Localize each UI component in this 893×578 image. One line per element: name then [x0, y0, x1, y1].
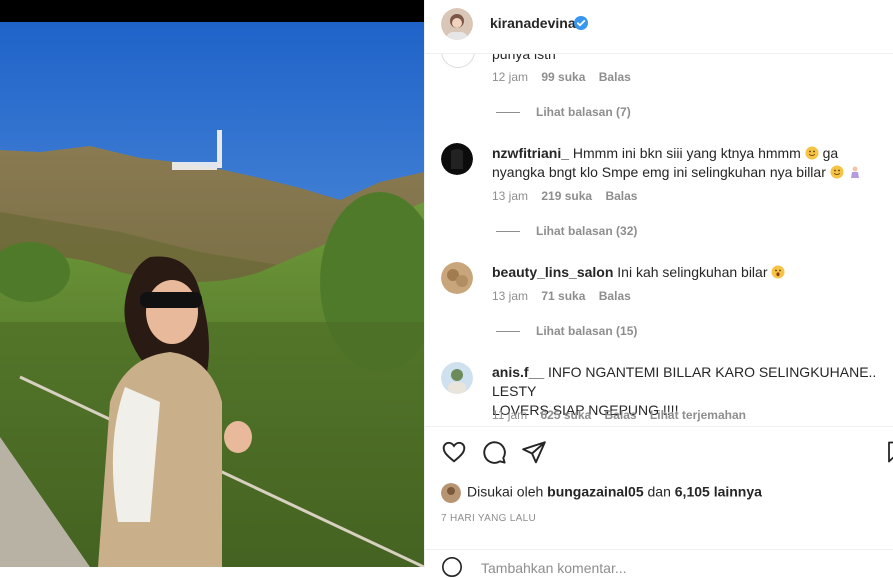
- reply-button[interactable]: Balas: [599, 70, 631, 84]
- comment-time: 11 jam: [492, 408, 528, 422]
- replies-divider: [496, 112, 520, 114]
- view-replies[interactable]: Lihat balasan (7): [496, 105, 631, 119]
- comment-time: 12 jam: [492, 70, 529, 84]
- likes-prefix: Disukai oleh: [467, 483, 544, 500]
- person-emoji-icon: [850, 166, 859, 178]
- author-username[interactable]: kiranadevina: [490, 15, 576, 31]
- shocked-emoji-icon: [771, 265, 785, 279]
- comment-body: Ini kah selingkuhan bilar: [617, 264, 768, 280]
- comment-text: nzwfitriani_ Hmmm ini bkn siii yang ktny…: [492, 144, 887, 182]
- heart-icon[interactable]: [441, 439, 467, 465]
- post-media[interactable]: [0, 0, 424, 567]
- smile-emoji-icon: [830, 165, 844, 179]
- post-actions: Disukai oleh bungazainal05 dan 6,105 lai…: [425, 426, 893, 577]
- bookmark-icon[interactable]: [886, 439, 893, 465]
- translate-button[interactable]: Lihat terjemahan: [650, 408, 746, 422]
- comment-body-line2: nyangka bngt klo Smpe emg ini selingkuha…: [492, 164, 826, 180]
- commenter-username[interactable]: nzwfitriani_: [492, 145, 569, 161]
- comment-time: 13 jam: [492, 289, 529, 303]
- comment-likes[interactable]: 625 suka: [540, 408, 591, 422]
- view-replies-label: Lihat balasan (32): [536, 224, 638, 238]
- reply-button[interactable]: Balas: [605, 189, 637, 203]
- view-replies[interactable]: Lihat balasan (15): [496, 324, 637, 338]
- post-date: 7 HARI YANG LALU: [441, 513, 537, 524]
- comment-time: 13 jam: [492, 189, 529, 203]
- commenter-avatar[interactable]: [441, 262, 473, 294]
- comment-meta: 12 jam 99 suka Balas: [492, 70, 641, 84]
- comments-list[interactable]: punya isth 12 jam 99 suka Balas Lihat ba…: [425, 54, 893, 426]
- likes-summary[interactable]: Disukai oleh bungazainal05 dan 6,105 lai…: [441, 483, 762, 503]
- comment-input[interactable]: Tambahkan komentar...: [481, 560, 627, 576]
- comment-text: punya isth: [492, 54, 556, 62]
- comment-meta: 13 jam 71 suka Balas: [492, 289, 641, 303]
- replies-divider: [496, 331, 520, 333]
- comment-likes[interactable]: 71 suka: [541, 289, 585, 303]
- media-top-bar: [0, 0, 424, 22]
- post-photo: [0, 22, 424, 567]
- commenter-avatar[interactable]: [441, 362, 473, 394]
- liker-avatar: [441, 483, 461, 503]
- commenter-avatar[interactable]: [441, 143, 473, 175]
- verified-badge-icon: [574, 16, 588, 30]
- likes-count[interactable]: 6,105 lainnya: [675, 484, 762, 500]
- reply-button[interactable]: Balas: [599, 289, 631, 303]
- likes-middle: dan: [647, 483, 671, 500]
- comment-body-cont: ga: [822, 145, 839, 161]
- post-sidebar: kiranadevina punya isth 12 jam 99 suka B…: [424, 0, 893, 577]
- author-avatar[interactable]: [441, 8, 473, 40]
- smile-emoji-icon: [805, 146, 819, 160]
- comment-text: beauty_lins_salon Ini kah selingkuhan bi…: [492, 263, 887, 282]
- commenter-username[interactable]: anis.f__: [492, 364, 544, 380]
- send-icon[interactable]: [521, 439, 547, 465]
- comment-meta: 13 jam 219 suka Balas: [492, 189, 647, 203]
- liker-username[interactable]: bungazainal05: [547, 484, 643, 500]
- emoji-icon[interactable]: [441, 556, 463, 578]
- comment-likes[interactable]: 99 suka: [541, 70, 585, 84]
- view-replies-label: Lihat balasan (7): [536, 105, 631, 119]
- commenter-avatar[interactable]: [441, 54, 475, 68]
- view-replies[interactable]: Lihat balasan (32): [496, 224, 637, 238]
- post-header: kiranadevina: [425, 0, 893, 54]
- comment-body: INFO NGANTEMI BILLAR KARO SELINGKUHANE..…: [492, 364, 877, 399]
- reply-button[interactable]: Balas: [605, 408, 637, 422]
- replies-divider: [496, 231, 520, 233]
- comment-likes[interactable]: 219 suka: [541, 189, 592, 203]
- comment-icon[interactable]: [481, 439, 507, 465]
- comment-meta: 11 jam 625 suka Balas Lihat terjemahan: [492, 408, 756, 422]
- commenter-username[interactable]: beauty_lins_salon: [492, 264, 613, 280]
- comment-body: Hmmm ini bkn siii yang ktnya hmmm: [572, 145, 801, 161]
- view-replies-label: Lihat balasan (15): [536, 324, 638, 338]
